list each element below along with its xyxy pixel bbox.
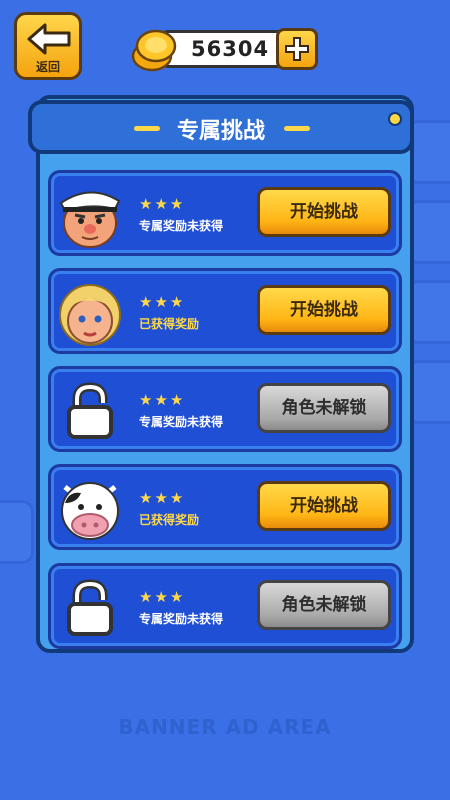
add-coins-button[interactable] bbox=[276, 28, 318, 70]
start-challenge-button[interactable]: 开始挑战 bbox=[257, 285, 391, 335]
captain-avatar bbox=[59, 191, 121, 248]
start-challenge-button[interactable]: 开始挑战 bbox=[257, 187, 391, 237]
character-locked-button[interactable]: 角色未解锁 bbox=[257, 580, 391, 630]
title-dash-right bbox=[284, 126, 310, 131]
cow-avatar bbox=[61, 482, 119, 540]
lock-icon bbox=[67, 382, 113, 439]
reward-status: 专属奖励未获得 bbox=[139, 415, 224, 429]
banner-ad-area: BANNER AD AREA bbox=[0, 655, 450, 800]
reward-status: 已获得奖励 bbox=[139, 513, 200, 527]
reward-status: 专属奖励未获得 bbox=[139, 612, 224, 626]
challenge-row: ★★★ 专属奖励未获得 角色未解锁 bbox=[48, 366, 402, 452]
background-tile bbox=[0, 500, 34, 564]
banner-ad-text: BANNER AD AREA bbox=[118, 715, 332, 739]
corner-dot bbox=[388, 112, 402, 126]
challenge-row: ★★★ 专属奖励未获得 开始挑战 bbox=[48, 170, 402, 256]
reward-status: 专属奖励未获得 bbox=[139, 219, 224, 233]
star-rating: ★★★ bbox=[139, 293, 186, 311]
reward-status: 已获得奖励 bbox=[139, 317, 200, 331]
back-label: 返回 bbox=[35, 60, 60, 74]
coin-stack-icon bbox=[131, 29, 177, 72]
back-arrow-icon bbox=[27, 23, 71, 55]
character-locked-button[interactable]: 角色未解锁 bbox=[257, 383, 391, 433]
back-button[interactable]: 返回 bbox=[14, 12, 82, 80]
lock-icon bbox=[67, 579, 113, 636]
coin-value: 56304 bbox=[191, 37, 270, 61]
panel-header: 专属挑战 bbox=[28, 100, 414, 154]
star-rating: ★★★ bbox=[139, 588, 186, 606]
challenge-row: ★★★ 已获得奖励 开始挑战 bbox=[48, 268, 402, 354]
star-rating: ★★★ bbox=[139, 195, 186, 213]
challenge-row: ★★★ 专属奖励未获得 角色未解锁 bbox=[48, 563, 402, 649]
start-challenge-button[interactable]: 开始挑战 bbox=[257, 481, 391, 531]
panel-title: 专属挑战 bbox=[176, 119, 265, 144]
star-rating: ★★★ bbox=[139, 489, 186, 507]
challenge-row: ★★★ 已获得奖励 开始挑战 bbox=[48, 464, 402, 550]
plus-icon bbox=[285, 37, 309, 61]
star-rating: ★★★ bbox=[139, 391, 186, 409]
blonde-girl-avatar bbox=[59, 284, 121, 346]
